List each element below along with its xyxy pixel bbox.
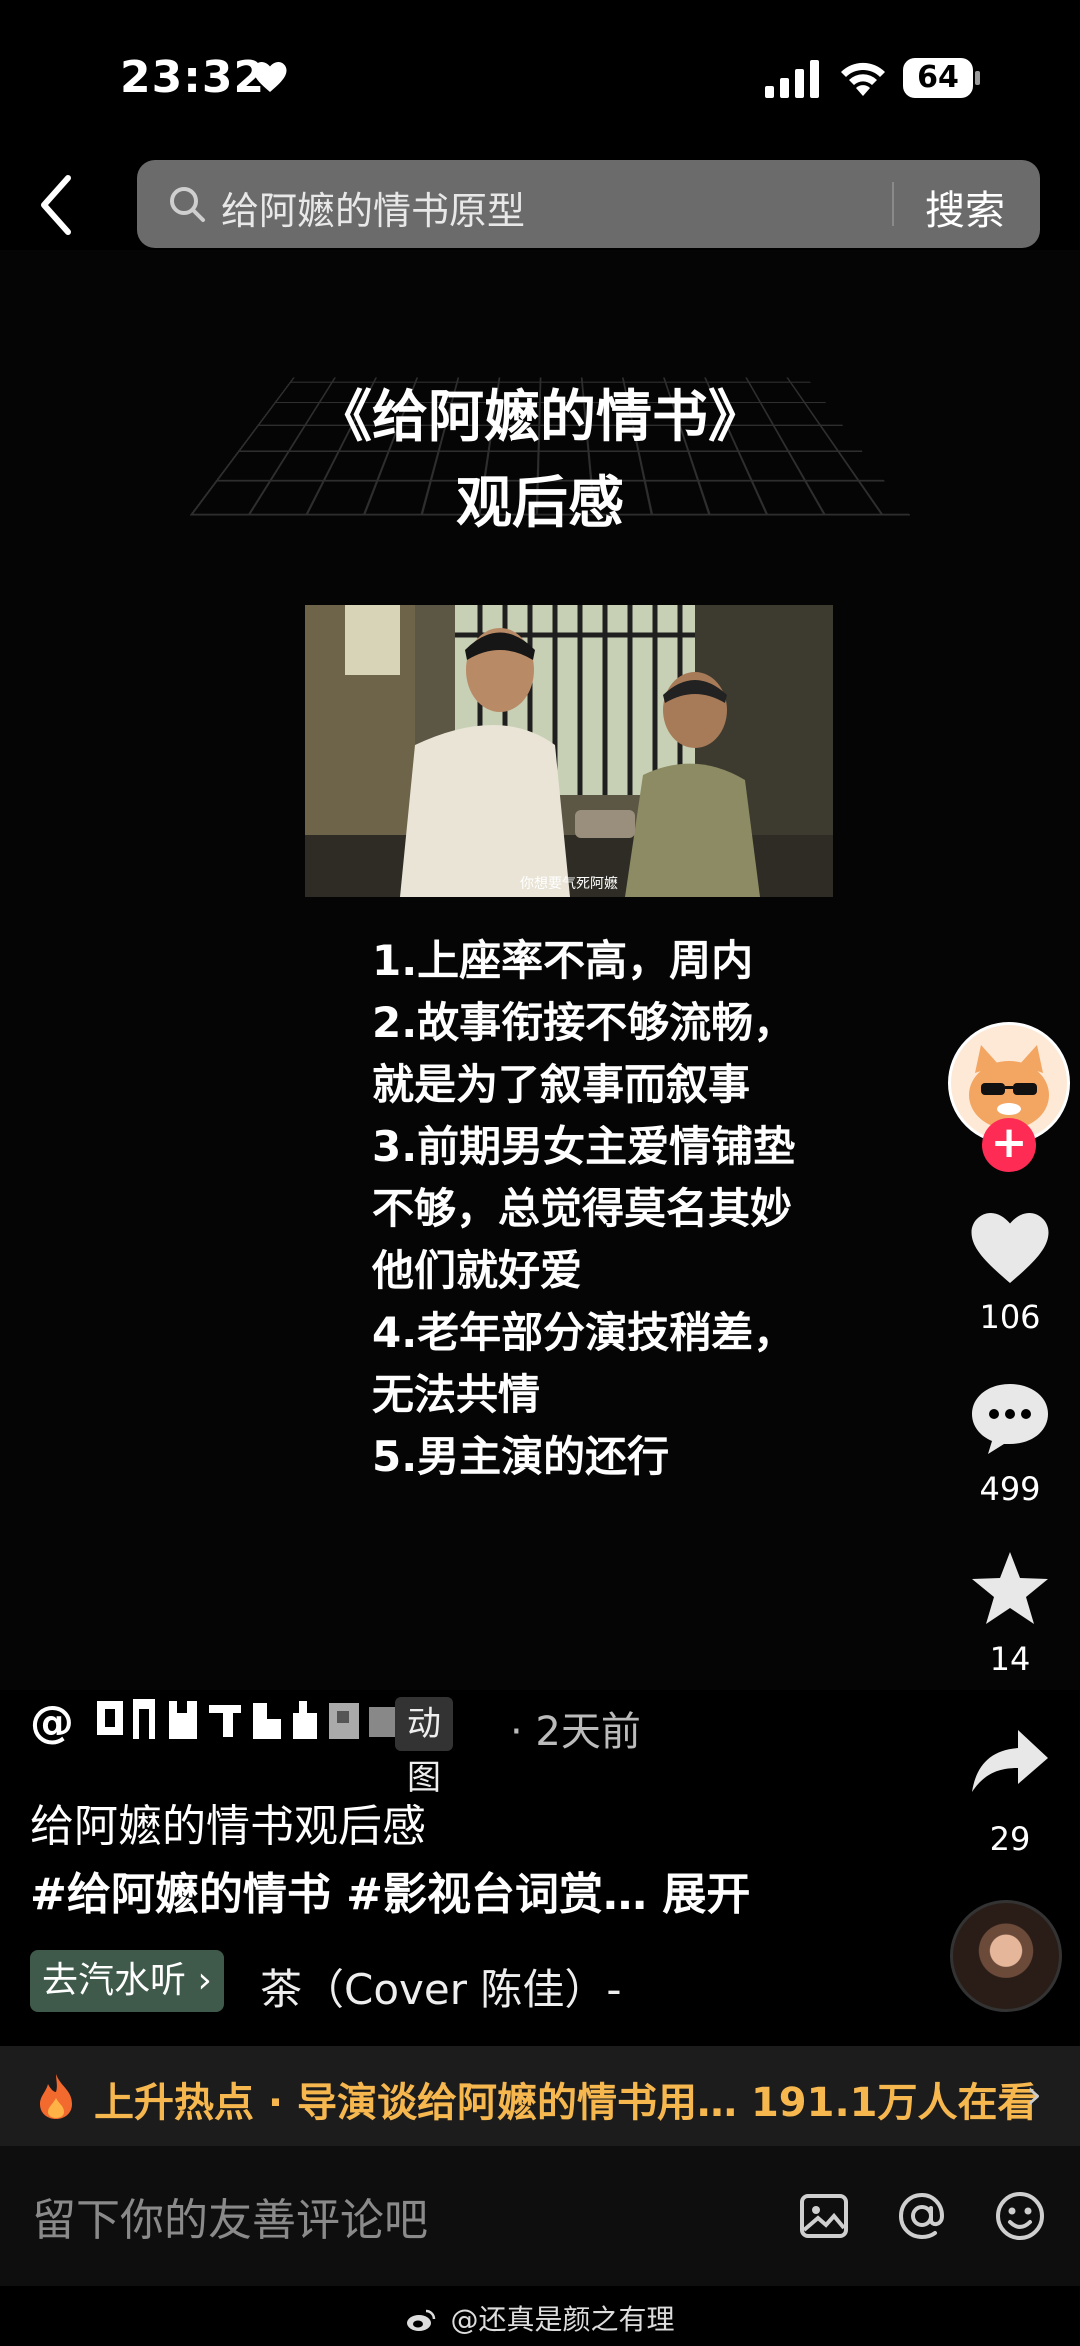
movie-still: 你想要气死阿嬷 bbox=[305, 605, 833, 897]
status-time: 23:32 bbox=[120, 52, 266, 103]
poster-title: 《给阿嬷的情书》 bbox=[316, 385, 764, 450]
trending-bar[interactable]: 上升热点 · 导演谈给阿嬷的情书用… 191.1万人在看 › bbox=[0, 2046, 1080, 2146]
weibo-watermark: @还真是颜之有理 bbox=[0, 2298, 1080, 2338]
redacted-username bbox=[97, 1699, 396, 1739]
emoji-icon[interactable] bbox=[992, 2188, 1048, 2244]
video-player[interactable]: 《给阿嬷的情书》 观后感 你想要气死阿嬷 1.上座率不高，周内 2.故事衔接不够… bbox=[0, 250, 1080, 1690]
post-hashtags[interactable]: #给阿嬷的情书 #影视台词赏… 展开 bbox=[30, 1858, 750, 1922]
trending-text[interactable]: 上升热点 · 导演谈给阿嬷的情书用… 191.1万人在看 bbox=[94, 2070, 1038, 2128]
search-divider bbox=[892, 182, 894, 226]
share-count: 29 bbox=[989, 1820, 1031, 1858]
music-disc-icon[interactable] bbox=[950, 1900, 1062, 2012]
author-name[interactable]: @ bbox=[30, 1695, 433, 1748]
note-line: 不够，总觉得莫名其妙 bbox=[372, 1184, 793, 1233]
still-subtitle: 你想要气死阿嬷 bbox=[520, 876, 618, 892]
music-title[interactable]: 茶（Cover 陈佳）- bbox=[260, 1956, 622, 2017]
note-line: 他们就好爱 bbox=[372, 1246, 583, 1295]
tag-badge: 动图 bbox=[395, 1697, 453, 1798]
note-line: 5.男主演的还行 bbox=[372, 1432, 670, 1481]
review-notes: 1.上座率不高，周内 2.故事衔接不够流畅， 就是为了叙事而叙事 3.前期男女主… bbox=[372, 930, 872, 1488]
search-button[interactable]: 搜索 bbox=[925, 178, 1005, 236]
follow-button[interactable]: + bbox=[982, 1118, 1036, 1172]
movie-still-illustration: 你想要气死阿嬷 bbox=[305, 605, 833, 897]
post-caption: 给阿嬷的情书观后感 bbox=[30, 1801, 426, 1852]
note-line: 1.上座率不高，周内 bbox=[372, 936, 754, 985]
status-bar: 23:32 64 bbox=[0, 0, 1080, 150]
battery-icon: 64 bbox=[903, 58, 980, 98]
heart-icon bbox=[253, 62, 287, 92]
battery-level: 64 bbox=[903, 58, 973, 98]
favorite-count: 14 bbox=[989, 1640, 1031, 1678]
like-count: 106 bbox=[979, 1298, 1041, 1336]
post-time: · 2天前 bbox=[510, 1709, 641, 1755]
note-line: 2.故事衔接不够流畅， bbox=[372, 998, 796, 1047]
weibo-icon bbox=[406, 2309, 435, 2331]
share-icon[interactable] bbox=[968, 1722, 1052, 1802]
note-line: 无法共情 bbox=[372, 1370, 541, 1419]
favorite-star-icon[interactable] bbox=[968, 1548, 1052, 1628]
open-in-qishui-button[interactable]: 去汽水听 › bbox=[30, 1950, 224, 2012]
image-icon[interactable] bbox=[796, 2188, 852, 2244]
signal-icon bbox=[765, 60, 819, 98]
comment-icon[interactable] bbox=[968, 1378, 1052, 1458]
back-icon[interactable] bbox=[30, 170, 82, 240]
comment-count: 499 bbox=[979, 1470, 1041, 1508]
wifi-icon bbox=[841, 62, 885, 96]
note-line: 3.前期男女主爱情铺垫 bbox=[372, 1122, 796, 1171]
comment-input[interactable]: 留下你的友善评论吧 bbox=[32, 2184, 428, 2248]
fire-icon bbox=[40, 2074, 72, 2119]
comment-bar: 留下你的友善评论吧 bbox=[0, 2146, 1080, 2286]
chevron-right-icon[interactable]: › bbox=[1026, 2072, 1042, 2118]
search-input[interactable]: 给阿嬷的情书原型 bbox=[221, 180, 525, 235]
poster-subtitle: 观后感 bbox=[456, 471, 624, 536]
like-icon[interactable] bbox=[968, 1208, 1052, 1288]
search-icon bbox=[170, 187, 205, 222]
hashtag-text[interactable]: #给阿嬷的情书 #影视台词赏… bbox=[30, 1869, 647, 1920]
expand-button[interactable]: 展开 bbox=[662, 1869, 750, 1920]
search-bar[interactable]: 给阿嬷的情书原型 搜索 bbox=[137, 160, 1040, 248]
note-line: 4.老年部分演技稍差， bbox=[372, 1308, 796, 1357]
note-line: 就是为了叙事而叙事 bbox=[372, 1060, 751, 1109]
mention-icon[interactable] bbox=[894, 2188, 950, 2244]
